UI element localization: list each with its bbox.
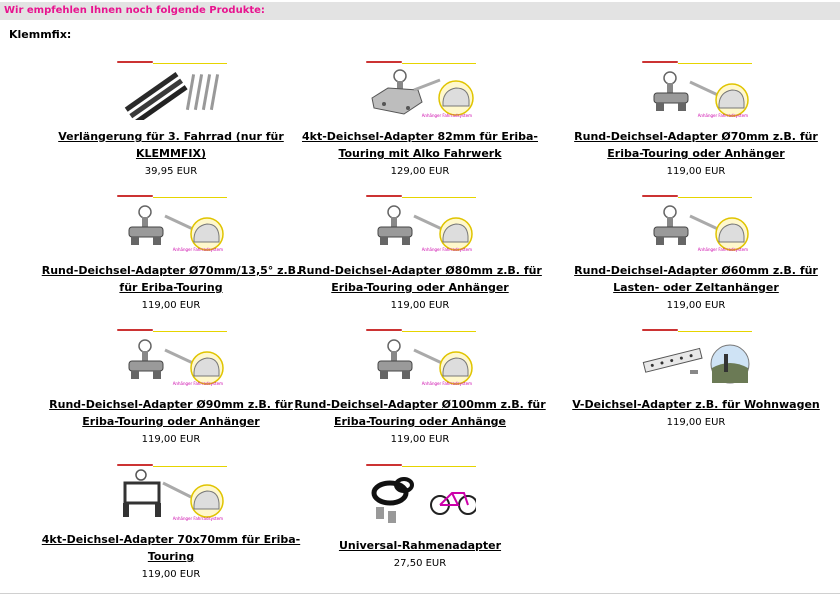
product-price: 119,00 EUR (666, 417, 726, 428)
product-card: Anhänger Fahrradsystem 4kt-Deichsel-Adap… (31, 463, 311, 581)
footer-divider (0, 593, 840, 594)
product-card: Anhänger Fahrradsystem 4kt-Deichsel-Adap… (280, 60, 560, 178)
product-card: Anhänger Fahrradsystem Rund-Deichsel-Ada… (556, 60, 836, 178)
product-price: 119,00 EUR (390, 300, 450, 311)
adapter-image[interactable]: Anhänger Fahrradsystem (640, 194, 752, 254)
product-price: 119,00 EUR (141, 300, 201, 311)
product-price: 119,00 EUR (666, 300, 726, 311)
product-card: V-Deichsel-Adapter z.B. für Wohnwagen 11… (556, 328, 836, 429)
product-price: 27,50 EUR (393, 558, 447, 569)
section-title: Klemmfix: (9, 28, 72, 41)
product-card: Verlängerung für 3. Fahrrad (nur für KLE… (31, 60, 311, 178)
rails-image[interactable] (115, 60, 227, 120)
product-link[interactable]: Rund-Deichsel-Adapter Ø90mm z.B. für Eri… (36, 396, 306, 430)
product-link[interactable]: V-Deichsel-Adapter z.B. für Wohnwagen (561, 396, 831, 413)
product-link[interactable]: Rund-Deichsel-Adapter Ø70mm z.B. für Eri… (561, 128, 831, 162)
adapter-image[interactable]: Anhänger Fahrradsystem (115, 328, 227, 388)
product-price: 119,00 EUR (141, 434, 201, 445)
product-card: Universal-Rahmenadapter 27,50 EUR (280, 463, 560, 570)
frame-adapter-image[interactable] (364, 463, 476, 527)
product-card: Anhänger Fahrradsystem Rund-Deichsel-Ada… (280, 194, 560, 312)
adapter-image[interactable]: Anhänger Fahrradsystem (115, 194, 227, 254)
product-price: 129,00 EUR (390, 166, 450, 177)
product-price: 119,00 EUR (141, 569, 201, 580)
square-adapter-image[interactable]: Anhänger Fahrradsystem (115, 463, 227, 523)
recommendations-header: Wir empfehlen Ihnen noch folgende Produk… (0, 2, 840, 20)
product-price: 119,00 EUR (666, 166, 726, 177)
product-link[interactable]: Rund-Deichsel-Adapter Ø70mm/13,5° z.B. f… (36, 262, 306, 296)
product-link[interactable]: 4kt-Deichsel-Adapter 82mm für Eriba-Tour… (285, 128, 555, 162)
product-card: Anhänger Fahrradsystem Rund-Deichsel-Ada… (31, 194, 311, 312)
product-link[interactable]: Verlängerung für 3. Fahrrad (nur für KLE… (36, 128, 306, 162)
adapter-image[interactable]: Anhänger Fahrradsystem (364, 60, 476, 120)
adapter-image[interactable]: Anhänger Fahrradsystem (364, 328, 476, 388)
product-card: Anhänger Fahrradsystem Rund-Deichsel-Ada… (556, 194, 836, 312)
product-link[interactable]: 4kt-Deichsel-Adapter 70x70mm für Eriba-T… (36, 531, 306, 565)
product-card: Anhänger Fahrradsystem Rund-Deichsel-Ada… (31, 328, 311, 446)
product-link[interactable]: Rund-Deichsel-Adapter Ø80mm z.B. für Eri… (285, 262, 555, 296)
product-price: 39,95 EUR (144, 166, 198, 177)
product-price: 119,00 EUR (390, 434, 450, 445)
v-adapter-image[interactable] (640, 328, 752, 388)
product-link[interactable]: Rund-Deichsel-Adapter Ø100mm z.B. für Er… (285, 396, 555, 430)
product-link[interactable]: Universal-Rahmenadapter (285, 537, 555, 554)
product-link[interactable]: Rund-Deichsel-Adapter Ø60mm z.B. für Las… (561, 262, 831, 296)
adapter-image[interactable]: Anhänger Fahrradsystem (640, 60, 752, 120)
product-card: Anhänger Fahrradsystem Rund-Deichsel-Ada… (280, 328, 560, 446)
adapter-image[interactable]: Anhänger Fahrradsystem (364, 194, 476, 254)
